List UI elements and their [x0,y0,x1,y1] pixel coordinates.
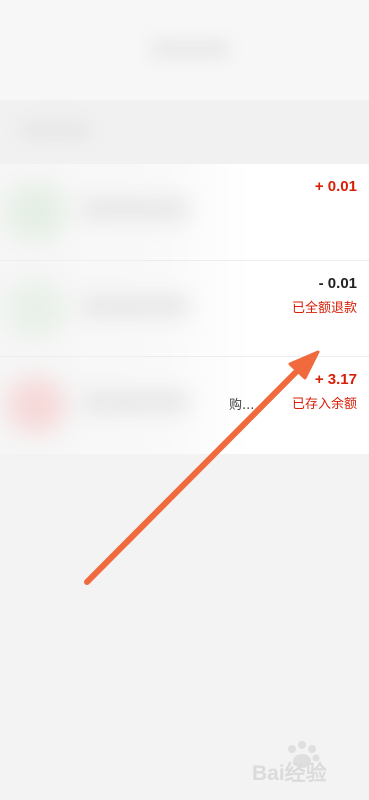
blurred-avatar [6,377,66,433]
blurred-description [80,198,190,220]
blurred-section-header [0,100,369,164]
transaction-amount: - 0.01 [318,275,357,292]
blurred-avatar [6,184,66,240]
transaction-list: + 0.01 - 0.01 已全额退款 购... + 3.17 已存入余额 [0,164,369,454]
transaction-description-truncated: 购... [229,398,255,413]
blurred-description [80,295,190,317]
transaction-amount: + 0.01 [314,178,357,195]
transaction-status: 已全额退款 [291,301,357,316]
blurred-description [80,391,190,413]
transaction-row[interactable]: - 0.01 已全额退款 [0,260,369,357]
baidu-jingyan-watermark: Bai经验 [252,741,362,787]
transaction-row[interactable]: 购... + 3.17 已存入余额 [0,356,369,455]
transaction-status: 已存入余额 [291,397,357,412]
blurred-section-label [20,122,90,138]
transaction-amount: + 3.17 [314,371,357,388]
transaction-row[interactable]: + 0.01 [0,164,369,260]
watermark-text: Bai经验 [252,762,327,785]
transaction-list-screen: + 0.01 - 0.01 已全额退款 购... + 3.17 已存入余额 Ba… [0,0,369,800]
blurred-avatar [6,281,66,337]
blurred-header [0,0,369,100]
blurred-title [150,40,230,58]
